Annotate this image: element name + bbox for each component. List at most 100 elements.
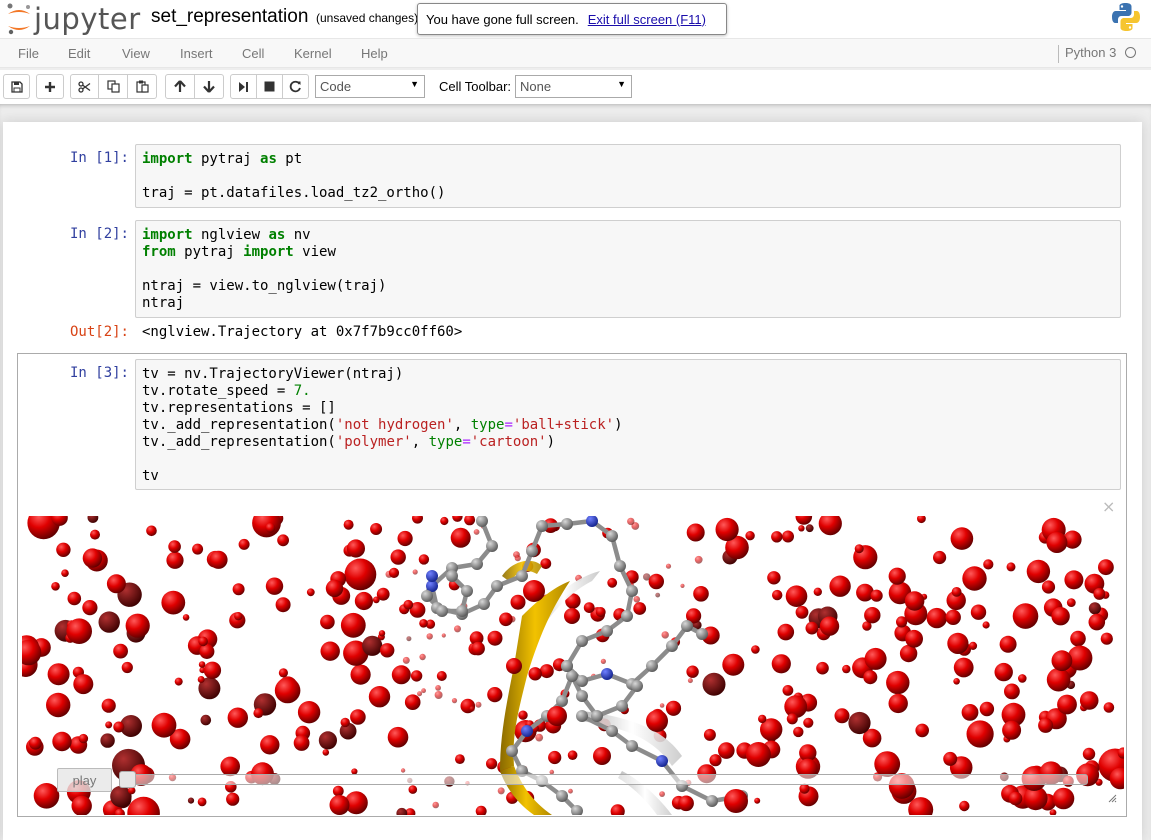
save-button[interactable] xyxy=(3,74,30,99)
water-oxygen-atom xyxy=(905,629,923,648)
copy-button[interactable] xyxy=(98,74,128,99)
cell-output-text: <nglview.Trajectory at 0x7f7b9cc0ff60> xyxy=(142,324,463,340)
fullscreen-notification: You have gone full screen. Exit full scr… xyxy=(417,3,727,35)
play-button[interactable]: play xyxy=(57,768,112,792)
exit-fullscreen-link[interactable]: Exit full screen (F11) xyxy=(588,12,706,27)
water-oxygen-atom xyxy=(754,797,761,804)
input-prompt: In [3]: xyxy=(69,365,129,381)
code-line: import nglview as nv xyxy=(142,227,311,243)
water-oxygen-atom xyxy=(694,555,703,564)
resize-grip-icon[interactable] xyxy=(1107,793,1117,803)
water-oxygen-atom xyxy=(434,691,443,699)
water-oxygen-atom xyxy=(962,566,987,591)
water-oxygen-atom xyxy=(174,677,183,686)
notebook-name[interactable]: set_representation xyxy=(151,6,308,28)
water-oxygen-atom xyxy=(203,661,222,679)
water-oxygen-atom xyxy=(693,586,709,602)
water-oxygen-atom xyxy=(856,583,874,602)
water-oxygen-atom xyxy=(435,685,441,691)
water-oxygen-atom xyxy=(1064,570,1084,590)
menu-cell[interactable]: Cell xyxy=(242,46,264,61)
code-cell-input[interactable]: import nglview as nv from pytraj import … xyxy=(135,220,1121,318)
water-oxygen-atom xyxy=(1004,683,1020,700)
water-oxygen-atom xyxy=(455,754,465,764)
water-oxygen-atom xyxy=(795,605,809,619)
water-oxygen-atom xyxy=(947,632,969,654)
nglview-viewer-canvas[interactable] xyxy=(22,516,1124,815)
water-oxygen-atom xyxy=(440,516,449,526)
menu-help[interactable]: Help xyxy=(361,46,388,61)
water-oxygen-atom xyxy=(702,672,726,696)
water-oxygen-atom xyxy=(318,731,337,750)
interrupt-kernel-button[interactable] xyxy=(256,74,283,99)
water-oxygen-atom xyxy=(888,567,906,585)
carbon-atom xyxy=(491,580,503,592)
cell-toolbar-select[interactable]: None ▼ xyxy=(515,75,632,98)
water-oxygen-atom xyxy=(771,531,783,543)
water-oxygen-atom xyxy=(1052,787,1075,810)
water-oxygen-atom xyxy=(829,575,851,597)
water-oxygen-atom xyxy=(82,548,103,568)
water-oxygen-atom xyxy=(819,616,840,636)
water-oxygen-atom xyxy=(52,731,72,752)
water-oxygen-atom xyxy=(1038,717,1054,733)
water-oxygen-atom xyxy=(168,540,181,553)
oxygen-atom xyxy=(523,580,545,602)
restart-kernel-button[interactable] xyxy=(282,74,309,99)
oxygen-atom xyxy=(506,658,522,674)
carbon-atom xyxy=(556,790,568,802)
menu-file[interactable]: File xyxy=(18,46,39,61)
water-oxygen-atom xyxy=(325,579,344,598)
cell-type-select[interactable]: Code ▼ xyxy=(315,75,425,98)
water-oxygen-atom xyxy=(192,543,204,555)
chevron-down-icon: ▼ xyxy=(410,79,419,89)
carbon-atom xyxy=(421,590,433,602)
water-oxygen-atom xyxy=(888,693,908,714)
code-cell-input[interactable]: import pytraj as pt traj = pt.datafiles.… xyxy=(135,144,1121,208)
carbon-atom xyxy=(666,640,678,652)
water-oxygen-atom xyxy=(680,583,685,588)
run-cell-button[interactable] xyxy=(230,74,257,99)
carbon-atom xyxy=(614,560,626,572)
water-oxygen-atom xyxy=(293,735,310,751)
water-oxygen-atom xyxy=(915,723,929,738)
water-oxygen-atom xyxy=(33,783,60,809)
water-oxygen-atom xyxy=(487,687,503,703)
close-output-button[interactable]: × xyxy=(1102,497,1115,516)
code-cell-input[interactable]: tv = nv.TrajectoryViewer(ntraj) tv.rotat… xyxy=(135,359,1121,490)
water-oxygen-atom xyxy=(782,530,794,543)
water-oxygen-atom xyxy=(665,563,672,569)
water-oxygen-atom xyxy=(486,758,498,770)
move-up-button[interactable] xyxy=(165,74,195,99)
output-prompt: Out[2]: xyxy=(69,324,129,340)
water-oxygen-atom xyxy=(350,664,371,685)
water-oxygen-atom xyxy=(469,706,475,712)
water-oxygen-atom xyxy=(278,668,288,678)
water-oxygen-atom xyxy=(813,587,822,596)
kernel-name: Python 3 xyxy=(1058,45,1116,63)
cut-button[interactable] xyxy=(70,74,99,99)
carbon-atom xyxy=(456,605,468,617)
code-line: ntraj = view.to_nglview(traj) xyxy=(142,278,387,294)
water-oxygen-atom xyxy=(166,551,184,569)
menu-edit[interactable]: Edit xyxy=(68,46,90,61)
paste-button[interactable] xyxy=(127,74,157,99)
water-oxygen-atom xyxy=(999,635,1017,653)
water-oxygen-atom xyxy=(933,550,947,565)
menu-view[interactable]: View xyxy=(122,46,150,61)
frame-slider[interactable] xyxy=(130,774,1088,785)
jupyter-logo[interactable]: jupyter xyxy=(6,2,141,36)
menu-kernel[interactable]: Kernel xyxy=(294,46,332,61)
insert-cell-button[interactable] xyxy=(36,74,64,99)
nitrogen-atom xyxy=(656,755,668,767)
carbon-atom xyxy=(576,690,588,702)
menu-insert[interactable]: Insert xyxy=(180,46,213,61)
water-oxygen-atom xyxy=(1079,691,1099,710)
water-oxygen-atom xyxy=(785,585,808,607)
move-down-button[interactable] xyxy=(194,74,224,99)
frame-slider-handle[interactable] xyxy=(119,771,136,788)
water-oxygen-atom xyxy=(329,795,350,815)
water-oxygen-atom xyxy=(854,544,864,554)
oxygen-atom xyxy=(646,710,668,732)
water-oxygen-atom xyxy=(113,643,128,659)
